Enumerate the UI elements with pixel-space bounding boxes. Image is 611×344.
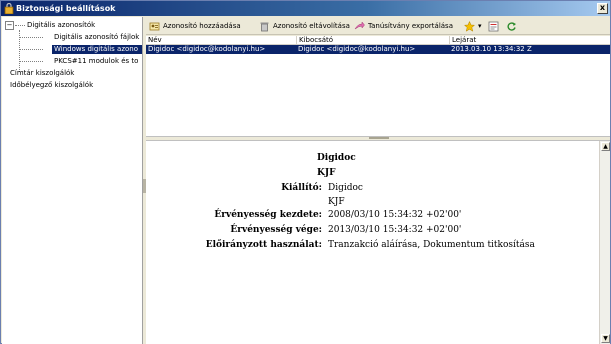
collapse-expander-icon[interactable]: − (5, 21, 14, 30)
table-header: Név Kibocsátó Lejárat (146, 36, 610, 45)
intended-usage-value: Tranzakció aláírása, Dokumentum titkosít… (328, 240, 535, 250)
security-settings-window: Biztonsági beállítások x − Digitális azo… (0, 0, 611, 344)
star-icon (464, 20, 475, 32)
add-id-label: Azonosító hozzáadása (163, 22, 241, 30)
tree-item-digital-ids[interactable]: Digitális azonosítók (27, 21, 95, 30)
tree-item-digital-id-files[interactable]: Digitális azonosító fájlok (54, 33, 142, 42)
scroll-down-icon[interactable]: ▼ (601, 334, 610, 343)
padlock-icon (4, 3, 14, 14)
title-bar[interactable]: Biztonsági beállítások x (1, 1, 610, 16)
digital-ids-table: Név Kibocsátó Lejárat Digidoc <digidoc@k… (146, 36, 610, 136)
tree-item-windows-digital-ids[interactable]: Windows digitális azono (52, 45, 142, 54)
export-certificate-label: Tanúsítvány exportálása (368, 22, 453, 30)
column-header-expiry[interactable]: Lejárat (449, 36, 610, 45)
intended-usage-label: Előirányzott használat: (205, 240, 322, 250)
details-view-button[interactable] (488, 20, 499, 32)
tree-item-pkcs11-modules[interactable]: PKCS#11 modulok és to (54, 57, 142, 66)
window-title: Biztonsági beállítások (16, 4, 116, 13)
valid-to-value: 2013/03/10 15:34:32 +02'00' (328, 225, 462, 235)
row-name-cell: Digidoc <digidoc@kodolanyi.hu> (148, 45, 266, 53)
export-certificate-button[interactable]: Tanúsítvány exportálása (354, 20, 453, 32)
settings-tree: − Digitális azonosítók Digitális azonosí… (2, 17, 143, 344)
column-header-name[interactable]: Név (146, 36, 296, 45)
certificate-details-panel: Digidoc KJF Kiállító: Digidoc KJF Érvény… (146, 141, 599, 344)
certificate-details-icon (488, 21, 499, 31)
add-id-button[interactable]: Azonosító hozzáadása (149, 20, 241, 32)
row-issuer-cell: Digidoc <digidoc@kodolanyi.hu> (298, 45, 416, 53)
column-header-issuer[interactable]: Kibocsátó (296, 36, 449, 45)
close-button[interactable]: x (597, 3, 608, 14)
chevron-down-icon: ▾ (478, 22, 482, 30)
valid-to-label: Érvényesség vége: (230, 225, 322, 235)
valid-from-label: Érvényesség kezdete: (214, 210, 322, 220)
issuer-org: KJF (328, 197, 345, 207)
issuer-label: Kiállító: (281, 183, 322, 193)
favorites-dropdown[interactable]: ▾ (464, 20, 482, 32)
subject-name: Digidoc (317, 153, 356, 163)
add-id-icon (149, 22, 160, 30)
horizontal-splitter-grip[interactable] (369, 137, 389, 139)
scroll-up-icon[interactable]: ▲ (601, 142, 610, 151)
row-expiry-cell: 2013.03.10 13:34:32 Z (451, 45, 532, 53)
table-row[interactable]: Digidoc <digidoc@kodolanyi.hu> Digidoc <… (146, 45, 610, 54)
details-scrollbar[interactable]: ▲ ▼ (599, 141, 610, 344)
trash-icon (260, 22, 269, 31)
remove-id-button[interactable]: Azonosító eltávolítása (259, 20, 350, 32)
remove-id-label: Azonosító eltávolítása (273, 22, 350, 30)
tree-item-directory-servers[interactable]: Címtár kiszolgálók (10, 69, 74, 78)
subject-org: KJF (317, 168, 336, 178)
tree-item-timestamp-servers[interactable]: Időbélyegző kiszolgálók (10, 81, 93, 90)
refresh-icon (507, 21, 516, 31)
refresh-button[interactable] (506, 20, 517, 32)
toolbar: Azonosító hozzáadása Azonosító eltávolít… (146, 17, 610, 35)
valid-from-value: 2008/03/10 15:34:32 +02'00' (328, 210, 462, 220)
export-arrow-icon (354, 20, 365, 29)
issuer-name: Digidoc (328, 183, 363, 193)
